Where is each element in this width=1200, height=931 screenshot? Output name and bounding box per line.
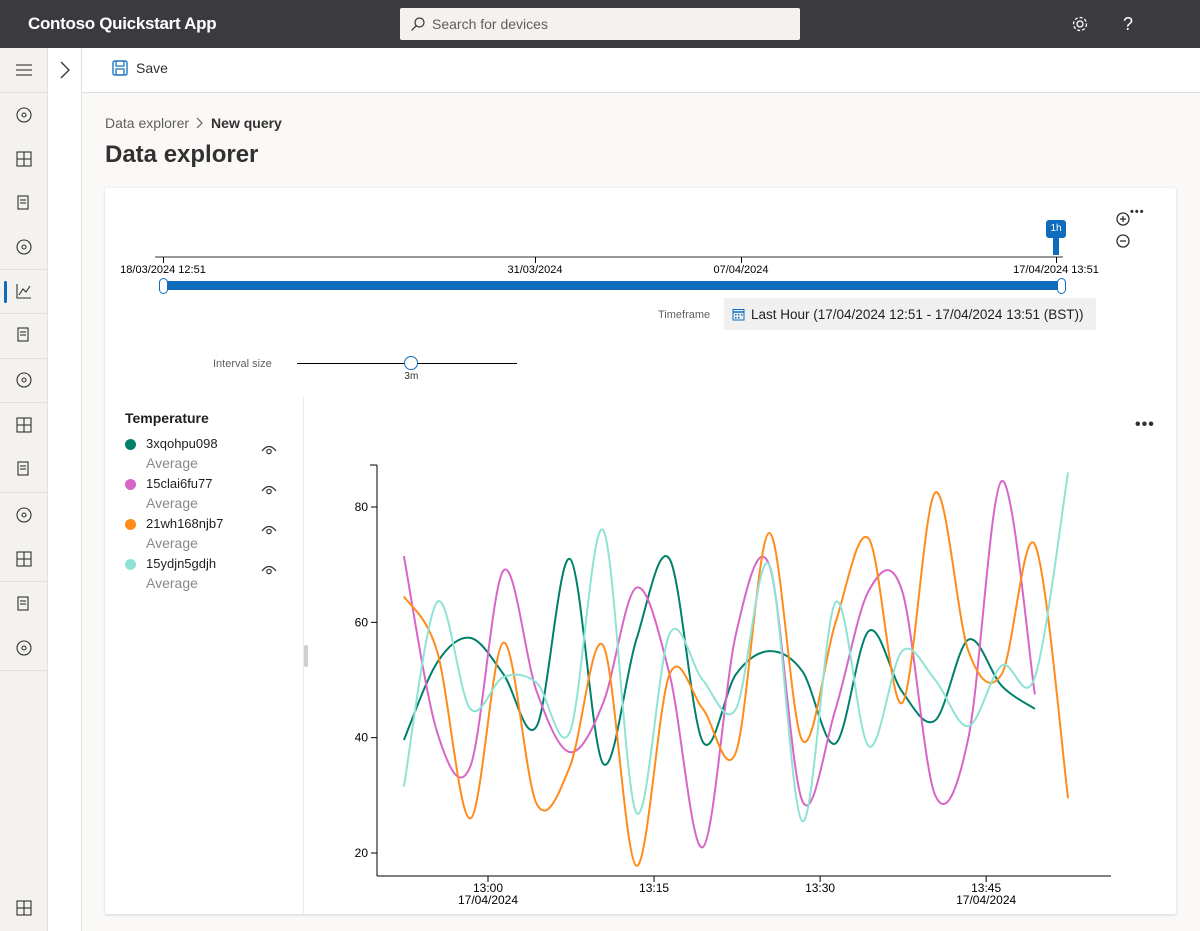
series-line-21wh168njb7[interactable]: [403, 491, 1070, 867]
x-tick-date: 17/04/2024: [956, 893, 1016, 907]
series-line-15clai6fu77[interactable]: [402, 480, 1036, 849]
y-tick-label: 40: [355, 731, 369, 745]
line-chart: 2040608013:0017/04/202413:15 13:30 13:4517…: [355, 464, 1111, 907]
y-tick-label: 60: [355, 615, 369, 629]
series-line-15ydjn5gdjh[interactable]: [402, 472, 1070, 823]
y-tick-label: 80: [355, 500, 369, 514]
x-tick-label: 13:30: [805, 881, 835, 895]
x-tick-label: 13:15: [639, 881, 669, 895]
y-tick-label: 20: [355, 846, 369, 860]
x-tick-date: 17/04/2024: [458, 893, 518, 907]
